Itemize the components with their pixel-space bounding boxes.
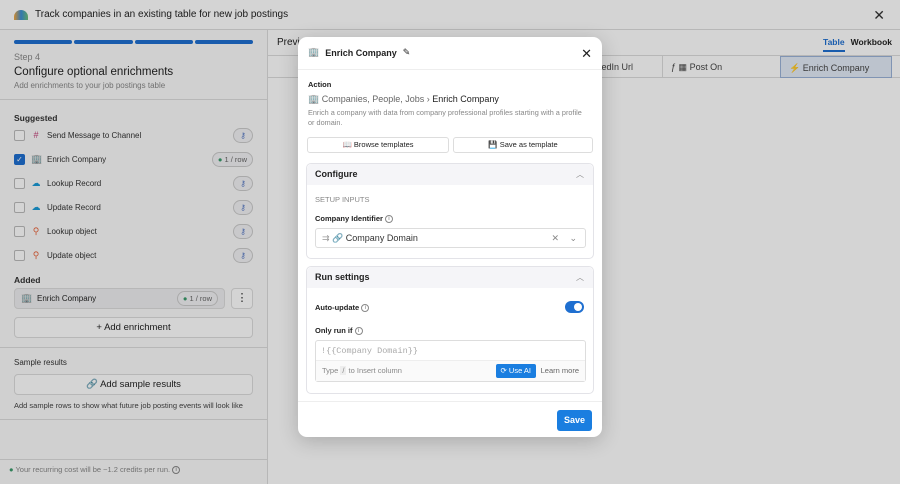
building-icon: 🏢	[308, 94, 320, 104]
action-description: Enrich a company with data from company …	[308, 108, 582, 127]
only-run-if-label: Only run if i	[315, 326, 363, 336]
modal-title: Enrich Company	[325, 47, 397, 58]
browse-templates-button[interactable]: 📖 Browse templates	[307, 137, 449, 153]
configure-section: Configure ︿ SETUP INPUTS Company Identifi…	[306, 163, 594, 259]
auto-update-label: Auto-update i	[315, 303, 370, 313]
chevron-up-icon: ︿	[576, 170, 584, 179]
building-icon: 🏢	[308, 47, 320, 57]
configure-header[interactable]: Configure ︿	[307, 164, 593, 185]
clear-icon[interactable]: ✕	[551, 229, 559, 247]
info-icon: i	[354, 327, 363, 336]
save-button[interactable]: Save	[557, 410, 592, 431]
condition-input[interactable]: !{{Company Domain}}	[316, 341, 585, 361]
chevron-up-icon: ︿	[576, 273, 584, 282]
column-icon: ⇉	[322, 233, 330, 243]
editor-hint: Type / to Insert column ⟳ Use AI Learn m…	[316, 361, 585, 381]
enrich-company-modal: 🏢 Enrich Company ✎ ✕ Action 🏢 Companies, P…	[298, 37, 602, 437]
breadcrumb[interactable]: 🏢 Companies, People, Jobs › Enrich Compa…	[308, 94, 499, 105]
info-icon: i	[361, 304, 370, 313]
chevron-down-icon[interactable]: ⌄	[569, 229, 577, 247]
edit-icon[interactable]: ✎	[403, 47, 411, 58]
run-settings-section: Run settings ︿ Auto-update i Only run if …	[306, 266, 594, 394]
run-settings-header[interactable]: Run settings ︿	[307, 267, 593, 288]
save-as-template-button[interactable]: 💾 Save as template	[453, 137, 593, 153]
company-identifier-select[interactable]: ⇉ 🔗 Company Domain ✕ ⌄	[315, 228, 586, 248]
setup-inputs-label: SETUP INPUTS	[315, 195, 370, 204]
action-label: Action	[308, 80, 332, 89]
company-identifier-label: Company Identifier i	[315, 214, 394, 224]
learn-more-link[interactable]: Learn more	[541, 361, 579, 381]
close-icon[interactable]: ✕	[581, 46, 592, 62]
link-icon: 🔗	[332, 233, 344, 243]
auto-update-toggle[interactable]	[565, 301, 584, 313]
use-ai-button[interactable]: ⟳ Use AI	[495, 364, 536, 378]
save-icon: 💾	[488, 140, 498, 149]
run-condition-editor[interactable]: !{{Company Domain}} Type / to Insert col…	[315, 340, 586, 382]
book-icon: 📖	[342, 140, 352, 149]
info-icon: i	[385, 215, 394, 224]
